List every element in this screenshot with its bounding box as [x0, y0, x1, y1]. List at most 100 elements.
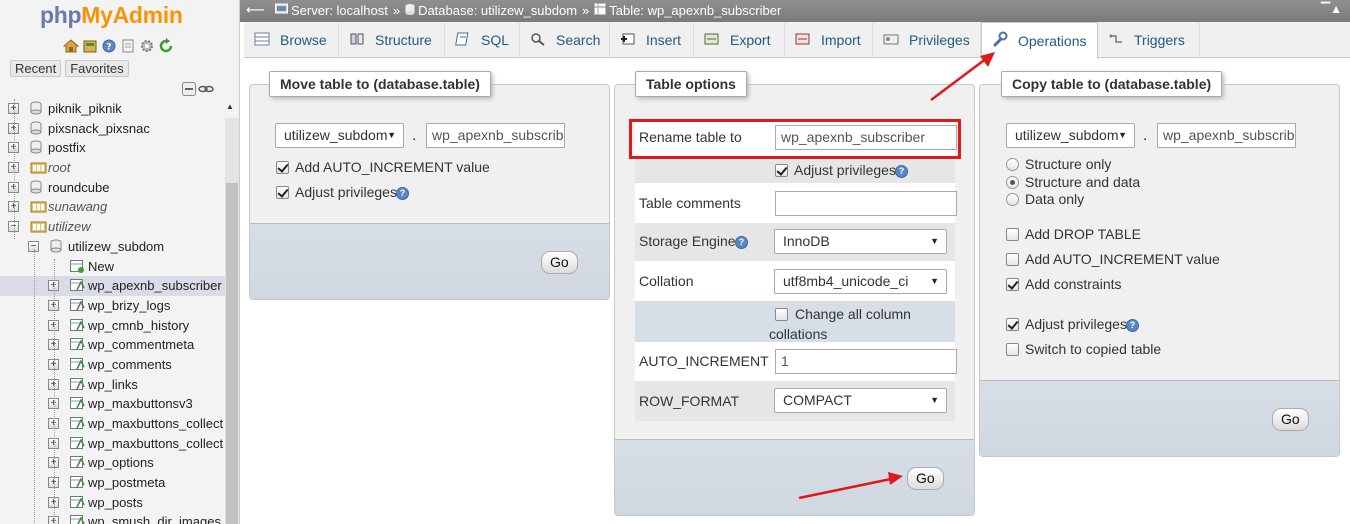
tree-item-label: wp_posts: [88, 494, 143, 510]
collapse-up-icon[interactable]: ▔▲: [1321, 2, 1342, 16]
tree-item-label: wp_commentmeta: [88, 337, 195, 353]
help-icon[interactable]: ?: [895, 165, 908, 178]
tab-insert[interactable]: Insert: [610, 22, 694, 58]
copy-database-select[interactable]: utilizew_subdom ▼: [1006, 123, 1135, 148]
copy-adjust-privileges-label: Adjust privileges: [1025, 316, 1127, 332]
tab-sql[interactable]: SQL: [445, 22, 520, 58]
table-icon: [70, 514, 86, 524]
recent-tab[interactable]: Recent: [10, 60, 62, 77]
new-table-icon: [70, 259, 84, 276]
server-icon: [275, 3, 288, 18]
tree-item-label: root: [48, 160, 71, 176]
copy-table-panel: Copy table to (database.table) utilizew_…: [979, 71, 1340, 457]
structure-icon: [349, 23, 367, 59]
database-group-icon: [30, 199, 48, 216]
collation-label: Collation: [639, 273, 694, 289]
copy-adjust-privileges-checkbox[interactable]: [1006, 318, 1019, 331]
link-icon[interactable]: [198, 82, 214, 99]
table-options-go-button[interactable]: Go: [907, 467, 944, 490]
tree-item[interactable]: + pixsnack_pixsnac: [0, 119, 225, 139]
search-icon: [530, 23, 548, 59]
favorites-tab[interactable]: Favorites: [65, 60, 129, 77]
move-database-select[interactable]: utilizew_subdom ▼: [275, 123, 404, 148]
table-comments-input[interactable]: [775, 191, 957, 216]
collation-select[interactable]: utf8mb4_unicode_ci ▼: [774, 269, 947, 294]
breadcrumb-table[interactable]: Table: wp_apexnb_subscriber: [609, 3, 781, 18]
tab-search[interactable]: Search: [520, 22, 610, 58]
tab-browse[interactable]: Browse: [244, 22, 339, 58]
tree-item-label: pixsnack_pixsnac: [48, 120, 150, 136]
collapse-all-icon[interactable]: [182, 82, 196, 99]
data-only-radio[interactable]: [1006, 193, 1019, 206]
move-table-name-input[interactable]: wp_apexnb_subscribe: [426, 123, 565, 148]
database-small-icon: [405, 3, 415, 18]
comments-label: Table comments: [639, 195, 741, 211]
tree-item-label: postfix: [48, 140, 86, 156]
tree-item[interactable]: + root: [0, 158, 225, 178]
help-icon[interactable]: ?: [735, 236, 748, 249]
reload-icon[interactable]: [158, 38, 174, 54]
settings-icon[interactable]: [139, 38, 155, 54]
help-icon[interactable]: ?: [396, 187, 409, 200]
docs-icon[interactable]: [120, 38, 136, 54]
import-icon: [795, 23, 813, 59]
storage-engine-select[interactable]: InnoDB ▼: [774, 229, 947, 254]
tree-connector: [14, 99, 15, 239]
tree-item-label: wp_apexnb_subscriber: [88, 278, 222, 294]
structure-and-data-radio[interactable]: [1006, 176, 1019, 189]
table-icon: [70, 337, 86, 354]
rename-adjust-privileges-checkbox[interactable]: [775, 164, 788, 177]
copy-go-button[interactable]: Go: [1272, 408, 1309, 431]
row-format-select[interactable]: COMPACT ▼: [774, 388, 947, 413]
help-icon[interactable]: ?: [1126, 319, 1139, 332]
add-drop-table-checkbox[interactable]: [1006, 228, 1019, 241]
back-arrow-icon[interactable]: ⟵: [246, 2, 265, 18]
add-constraints-checkbox[interactable]: [1006, 278, 1019, 291]
change-all-collations-label-2: collations: [769, 326, 828, 342]
tree-item-label: wp_maxbuttonsv3: [88, 396, 193, 412]
tab-export[interactable]: Export: [694, 22, 785, 58]
tab-triggers[interactable]: Triggers: [1098, 22, 1200, 58]
nav-scrollbar-thumb[interactable]: [226, 183, 238, 524]
breadcrumb-database[interactable]: Database: utilizew_subdom: [418, 3, 577, 18]
move-table-panel: Move table to (database.table) utilizew_…: [249, 71, 610, 300]
move-auto-increment-checkbox[interactable]: [276, 161, 289, 174]
engine-label: Storage Engine: [639, 233, 736, 249]
copy-table-name-input[interactable]: wp_apexnb_subscribe: [1157, 123, 1296, 148]
tree-item-label: wp_comments: [88, 356, 172, 372]
scroll-up-arrow-icon[interactable]: ▲: [226, 102, 234, 111]
change-all-collations-checkbox[interactable]: [775, 308, 788, 321]
move-go-button[interactable]: Go: [541, 251, 578, 274]
table-icon: [70, 455, 86, 472]
go-pointer-arrow: [798, 472, 903, 500]
svg-text:?: ?: [106, 43, 111, 53]
database-group-icon: [30, 219, 48, 236]
help-icon[interactable]: ?: [101, 38, 117, 54]
tree-item[interactable]: + roundcube: [0, 178, 225, 198]
tree-item[interactable]: + piknik_piknik: [0, 99, 225, 119]
switch-to-copied-checkbox[interactable]: [1006, 343, 1019, 356]
table-small-icon: [594, 3, 607, 18]
structure-only-radio[interactable]: [1006, 158, 1019, 171]
navigation-panel: phpMyAdmin ? Recent Favorites ▲ + piknik…: [0, 0, 240, 524]
triggers-icon: [1108, 23, 1126, 59]
tree-item[interactable]: + postfix: [0, 138, 225, 158]
auto-increment-input[interactable]: 1: [775, 349, 957, 374]
row-format-label: ROW_FORMAT: [639, 393, 740, 409]
home-icon[interactable]: [63, 38, 79, 54]
copy-auto-increment-checkbox[interactable]: [1006, 253, 1019, 266]
data-only-label: Data only: [1025, 191, 1085, 207]
tab-structure[interactable]: Structure: [339, 22, 445, 58]
breadcrumb-server[interactable]: Server: localhost: [291, 3, 388, 18]
database-icon[interactable]: [82, 38, 98, 54]
move-adjust-privileges-checkbox[interactable]: [276, 186, 289, 199]
move-adjust-privileges-label: Adjust privileges: [295, 184, 397, 200]
tab-import[interactable]: Import: [785, 22, 873, 58]
table-options-legend: Table options: [635, 71, 747, 97]
tree-item[interactable]: + sunawang: [0, 197, 225, 217]
tree-item-label: wp_maxbuttons_collect: [88, 416, 224, 431]
table-tabs: Browse Structure SQL Search Insert Expor…: [244, 22, 1350, 59]
tree-item[interactable]: − utilizew: [0, 217, 225, 237]
phpmyadmin-logo[interactable]: phpMyAdmin: [40, 2, 183, 29]
tree-item-label: piknik_piknik: [48, 101, 122, 116]
